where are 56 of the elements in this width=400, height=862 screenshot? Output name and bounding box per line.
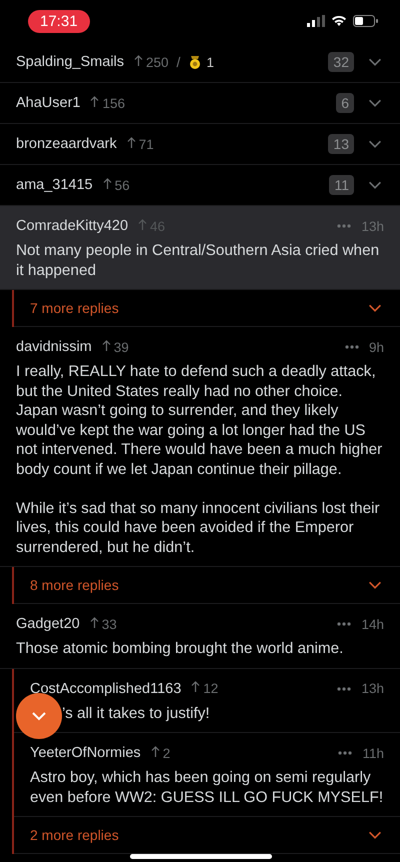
username: ComradeKitty420 [16,218,128,234]
reply-count: 32 [328,52,354,72]
more-options-icon[interactable] [338,751,352,755]
collapsed-comment[interactable]: Spalding_Smails 250 / 1 32 [0,42,400,83]
username: Gadget20 [16,616,80,632]
comment-paragraph: While it’s sad that so many innocent civilians lost their lives, this could have been avoided if the Emperor surrendered, but he didn’t. [16,498,381,557]
username: Spalding_Smails [16,54,124,70]
upvote-icon [90,96,100,108]
upvote-icon [138,218,148,230]
wifi-icon [331,15,347,27]
reply-count: 11 [329,175,354,195]
reply-count: 13 [328,134,354,154]
username: davidnissim [16,339,92,355]
timestamp: 13h [361,681,384,696]
reply-count: 6 [336,93,354,113]
score: 12 [191,681,218,696]
upvote-icon [102,178,112,190]
signal-icon [307,15,325,27]
more-options-icon[interactable] [337,224,352,228]
score: 56 [102,178,130,192]
timestamp: 13h [361,218,384,234]
comment-paragraph: Those atomic bombing brought the world anime. [16,639,344,658]
status-time: 17:31 [28,10,90,32]
timestamp: 11h [362,746,384,760]
upvote-icon [102,340,111,352]
award-icon [188,54,202,70]
battery-icon [353,15,378,27]
upvote-icon [90,616,99,628]
upvote-icon [134,54,144,66]
username: ama_31415 [16,177,93,193]
upvote-icon [126,136,136,148]
more-options-icon[interactable] [337,622,352,626]
username: AhaUser1 [16,95,80,111]
more-options-icon[interactable] [344,345,359,349]
comment-paragraph: Astro boy, which has been going on semi regularly even before WW2: GUESS ILL GO FUCK MYSELF! [30,768,384,807]
score: 39 [102,340,129,354]
username: YeeterOfNormies [30,745,141,761]
more-options-icon[interactable] [337,686,352,690]
timestamp: 14h [361,616,384,632]
collapsed-comment[interactable]: bronzeaardvark 71 13 [0,124,400,165]
score: 156 [90,96,126,110]
score: 71 [126,136,154,152]
score: 33 [90,616,117,632]
username: CostAccomplished1163 [30,680,182,696]
upvote-icon [150,746,160,758]
username: bronzeaardvark [16,136,117,152]
score: 2 [150,746,170,760]
separator: / [176,54,180,70]
comment-paragraph: Not many people in Central/Southern Asia cried when it happened [16,241,380,280]
upvote-icon [191,681,200,693]
comment-paragraph: ’s all it takes to justify! [62,704,211,723]
score: 250 [134,54,169,70]
collapsed-comment[interactable]: AhaUser1 156 6 [0,83,400,124]
timestamp: 9h [368,340,384,354]
comment-paragraph: I really, REALLY hate to defend such a deadly attack, but the United States really had no other choice. Japan wasn’t going to surrender, and they likely would’ve kept the war going a lot longer had the US not intervened. There would have been a much higher body count if we let Japan continue their pillage. [16,362,384,479]
award-count: 1 [206,54,214,70]
